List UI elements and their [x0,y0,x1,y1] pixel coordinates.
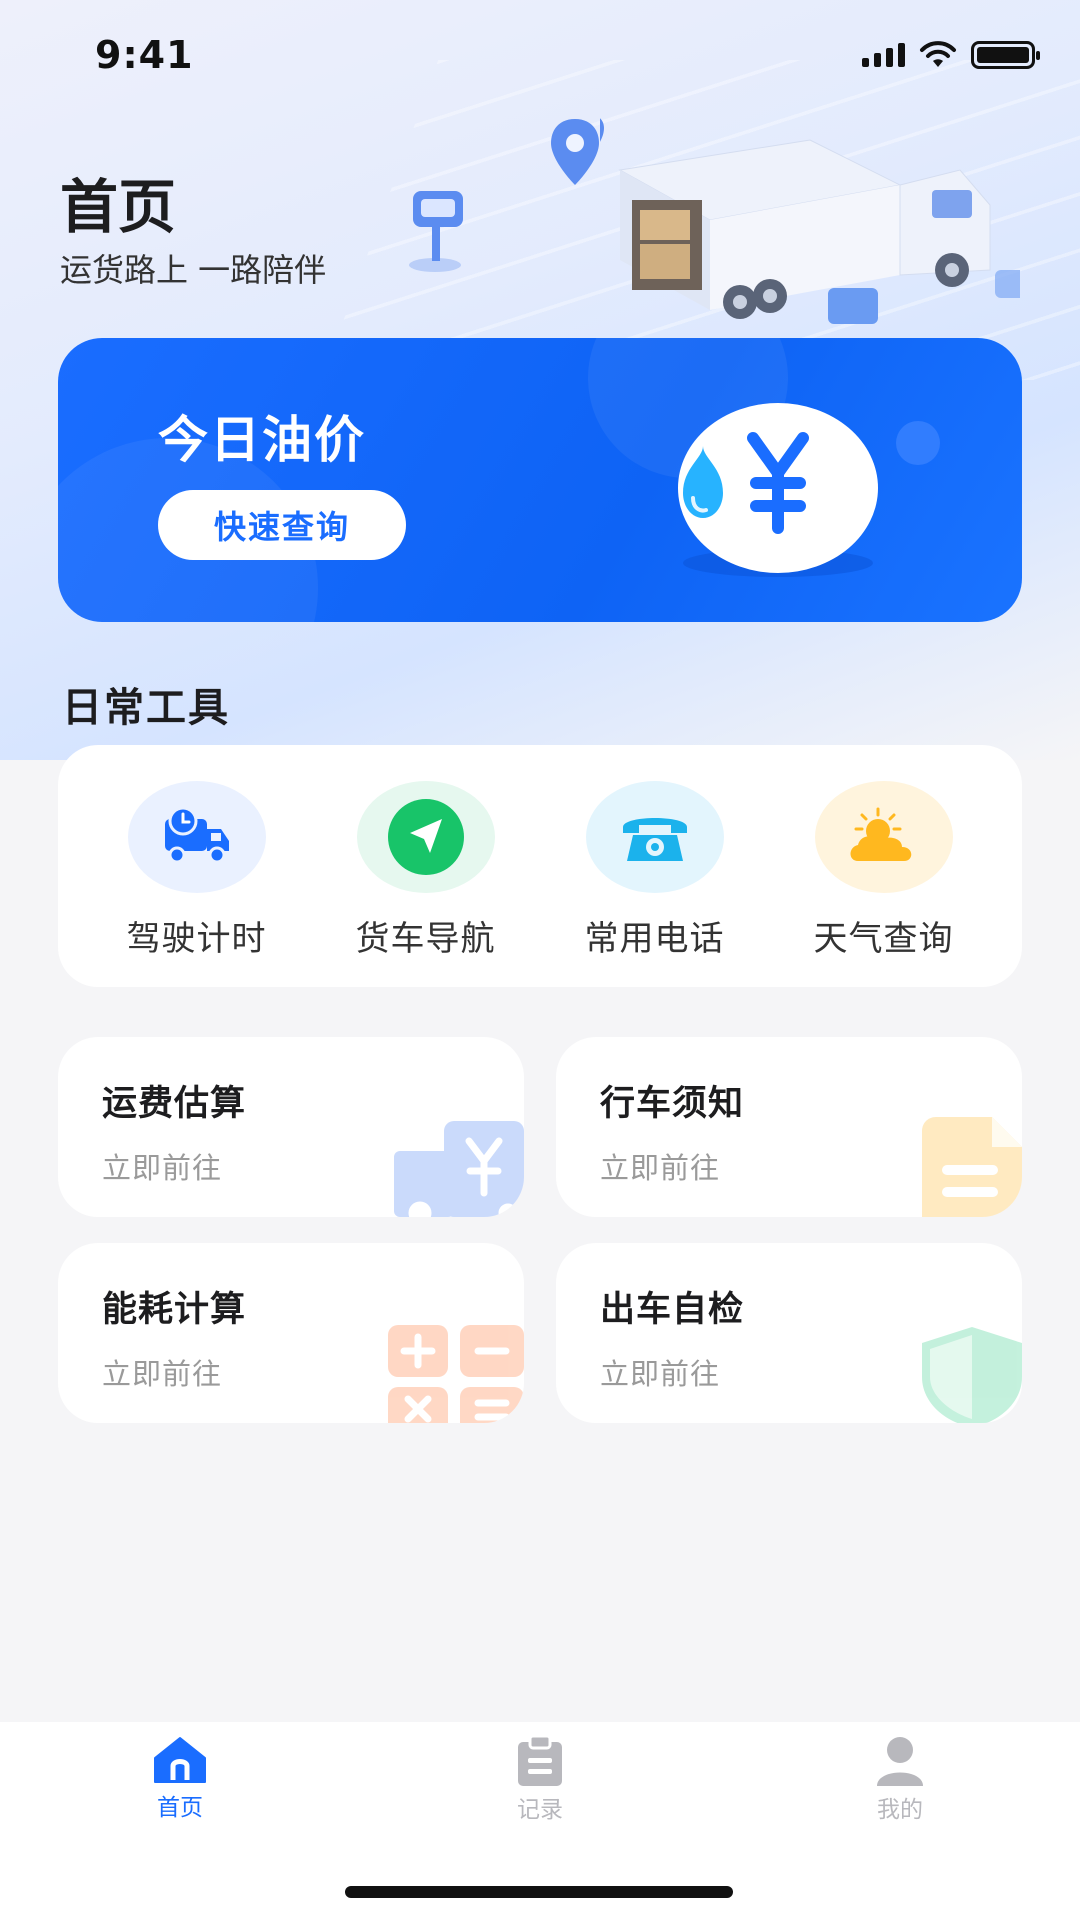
daily-tools-title: 日常工具 [62,685,230,731]
tool-label: 常用电话 [584,919,725,959]
page-title: 首页 [60,173,177,241]
tab-label: 我的 [877,1797,923,1823]
tool-common-phone[interactable]: 常用电话 [545,745,765,987]
tool-weather-query[interactable]: 天气查询 [774,745,994,987]
feature-card-self-check[interactable]: 出车自检 立即前往 [556,1243,1022,1423]
freight-yen-icon [394,1121,524,1217]
feature-card-freight-estimate[interactable]: 运费估算 立即前往 [58,1037,524,1217]
status-icons [862,41,1040,69]
tab-label: 记录 [517,1797,563,1823]
status-time: 9:41 [95,33,194,77]
oil-price-title: 今日油价 [158,411,366,469]
truck-clock-icon [127,781,266,893]
location-pin-icon [551,119,599,185]
map-marker-icon [409,191,463,272]
feature-title: 运费估算 [102,1084,247,1124]
oil-price-card[interactable]: 今日油价 快速查询 [58,338,1022,622]
feature-subtitle: 立即前往 [600,1151,721,1185]
user-icon [877,1737,923,1786]
feature-card-energy-calc[interactable]: 能耗计算 立即前往 [58,1243,524,1423]
feature-subtitle: 立即前往 [600,1357,721,1391]
tab-label: 首页 [157,1795,203,1821]
page-subtitle: 运货路上 一路陪伴 [60,251,327,289]
clipboard-icon [518,1736,562,1786]
feature-title: 能耗计算 [102,1290,247,1330]
tab-home[interactable]: 首页 [80,1722,280,1920]
home-indicator [345,1886,733,1898]
tab-mine[interactable]: 我的 [800,1722,1000,1920]
feature-card-driving-notice[interactable]: 行车须知 立即前往 [556,1037,1022,1217]
tool-driving-timer[interactable]: 驾驶计时 [87,745,307,987]
feature-subtitle: 立即前往 [102,1151,223,1185]
weather-sun-cloud-icon [814,781,953,893]
feature-title: 行车须知 [600,1084,745,1124]
tool-label: 驾驶计时 [126,919,267,959]
wifi-icon [920,41,956,67]
feature-title: 出车自检 [600,1290,745,1330]
tool-label: 天气查询 [813,919,954,959]
document-icon [922,1117,1022,1217]
feature-subtitle: 立即前往 [102,1357,223,1391]
home-icon [154,1737,206,1783]
truck-illustration [600,118,1020,324]
quick-query-button[interactable]: 快速查询 [158,490,406,560]
telephone-icon [585,781,724,893]
shield-icon [922,1327,1022,1423]
daily-tools-card: 驾驶计时 货车导航 常用电话 天气查询 [58,745,1022,987]
yen-coin-icon [678,403,940,577]
status-bar: 9:41 [0,0,1080,110]
tool-truck-navigation[interactable]: 货车导航 [316,745,536,987]
navigation-arrow-icon [356,781,495,893]
calculator-icon [388,1325,524,1423]
tool-label: 货车导航 [355,919,496,959]
battery-icon [971,41,1040,69]
cellular-signal-icon [862,43,905,67]
